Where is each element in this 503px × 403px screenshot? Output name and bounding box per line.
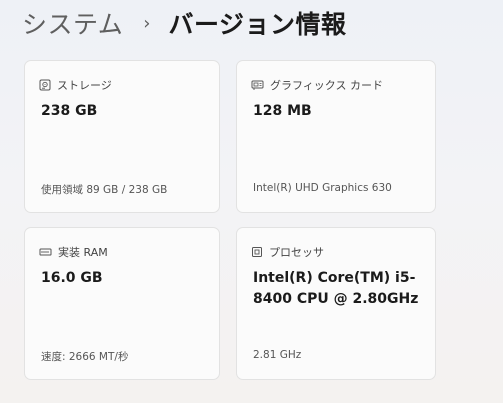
processor-icon [251,246,269,258]
storage-usage-text: 使用領域 89 GB / 238 GB [41,184,168,196]
storage-card-header: ストレージ [39,77,112,93]
storage-card: ストレージ 238 GB 使用領域 89 GB / 238 GB [24,60,220,213]
graphics-memory-value: 128 MB [253,103,312,119]
ram-card: 実装 RAM 16.0 GB 速度: 2666 MT/秒 [24,227,220,380]
ram-speed-text: 速度: 2666 MT/秒 [41,351,129,363]
ram-card-title: 実装 RAM [58,246,108,259]
processor-card-title: プロセッサ [269,246,324,259]
graphics-card: グラフィックス カード 128 MB Intel(R) UHD Graphics… [236,60,436,213]
ram-card-header: 実装 RAM [39,244,108,260]
page-title: バージョン情報 [168,10,347,39]
graphics-card-title: グラフィックス カード [270,79,383,92]
display-adapter-icon [251,79,270,91]
graphics-adapter-name: Intel(R) UHD Graphics 630 [253,182,392,194]
storage-total-value: 238 GB [41,103,98,119]
processor-card: プロセッサ Intel(R) Core(TM) i5-8400 CPU @ 2.… [236,227,436,380]
memory-icon [39,246,58,258]
storage-card-title: ストレージ [57,79,112,92]
processor-name-value: Intel(R) Core(TM) i5-8400 CPU @ 2.80GHz [253,270,419,307]
processor-card-header: プロセッサ [251,244,324,260]
graphics-card-header: グラフィックス カード [251,77,383,93]
processor-clock-text: 2.81 GHz [253,349,302,361]
breadcrumb-system-link[interactable]: システム [22,5,123,41]
ram-size-value: 16.0 GB [41,270,103,286]
breadcrumb: システム › バージョン情報 [22,4,346,42]
breadcrumb-separator: › [143,12,151,34]
hard-drive-icon [39,79,57,91]
